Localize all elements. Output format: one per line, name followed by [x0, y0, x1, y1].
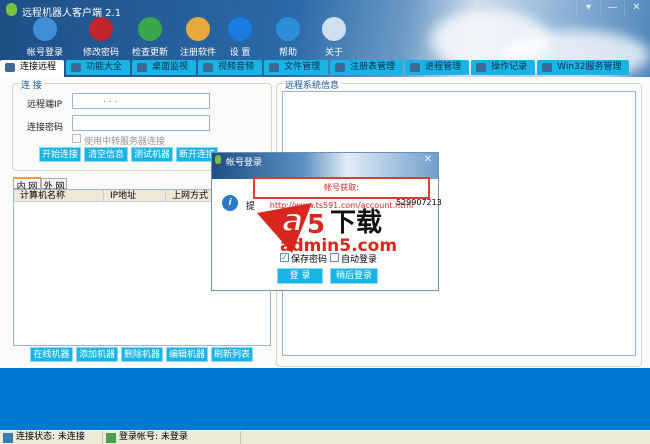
info-icon	[322, 17, 346, 41]
connection-status: 连接状态: 未连接	[16, 432, 85, 442]
relay-checkbox[interactable]	[72, 134, 81, 143]
network-icon	[3, 433, 13, 443]
status-bar: 连接状态: 未连接 登录帐号: 未登录	[0, 430, 650, 444]
login-button[interactable]: 登 录	[277, 268, 323, 284]
start-connect-button[interactable]: 开始连接	[39, 147, 81, 162]
toolbar-label: 修改密码	[82, 48, 119, 58]
tab-6[interactable]: 进程管理	[405, 60, 470, 75]
tab-1[interactable]: 功能大全	[66, 60, 131, 75]
tab-0[interactable]: 连接远程	[0, 60, 65, 77]
main-tabs: 连接远程 功能大全 桌面监视 视频音频 文件管理 注册表管理 进程管理 操作记录 Win32服务…	[0, 60, 631, 77]
ip-label: 远程端IP	[27, 100, 63, 110]
robot-logo-icon	[6, 3, 17, 16]
tab-4[interactable]: 文件管理	[264, 60, 329, 75]
list-button-1[interactable]: 添加机器人	[76, 347, 118, 375]
auto-login-checkbox[interactable]	[330, 253, 339, 262]
tab-2[interactable]: 桌面监视	[132, 60, 197, 75]
dialog-title: 帐号登录	[226, 158, 263, 168]
tab-8[interactable]: Win32服务管理	[537, 60, 630, 75]
gear-icon	[228, 17, 252, 41]
svg-text:下载: 下载	[330, 208, 382, 238]
hint-qq: 529907213	[396, 198, 442, 207]
login-dialog: 帐号登录 ✕ 帐号获取: http://www.ts591.com/accoun…	[211, 152, 442, 291]
list-button-0[interactable]: 在线机器人	[30, 347, 73, 375]
list-button-4[interactable]: 刷新列表	[211, 347, 253, 362]
toolbar-label: 设 置	[229, 48, 251, 58]
relay-label: 使用中转服务器连接	[84, 137, 166, 147]
tab-lan[interactable]: 内 网	[13, 177, 41, 192]
toolbar-button-1[interactable]: 修改密码	[73, 17, 129, 58]
globe-update-icon	[138, 17, 162, 41]
column-name[interactable]: 计算机名称	[14, 190, 104, 201]
toolbar-label: 帐号登录	[26, 48, 63, 58]
list-button-2[interactable]: 删除机器人	[121, 347, 163, 375]
list-button-3[interactable]: 编辑机器人	[166, 347, 208, 375]
menu-button[interactable]: ▾	[576, 0, 600, 16]
password-input[interactable]	[72, 115, 210, 131]
column-ip[interactable]: IP地址	[104, 190, 166, 201]
dialog-title-bar: 帐号登录 ✕	[212, 153, 438, 179]
robot-icon	[215, 155, 221, 164]
a5-watermark-logo: a 5 下载 admin5.com	[257, 200, 397, 253]
toolbar-label: 检查更新	[131, 48, 168, 58]
tab-5[interactable]: 注册表管理	[330, 60, 404, 75]
window-controls: ▾ — ✕	[576, 0, 648, 16]
minimize-button[interactable]: —	[600, 0, 624, 16]
save-password-label: 保存密码	[291, 255, 328, 265]
save-password-checkbox[interactable]: ✓	[280, 253, 289, 262]
svg-text:a: a	[282, 201, 304, 239]
dialog-close-icon[interactable]: ✕	[424, 154, 432, 165]
auto-login-label: 自动登录	[341, 255, 378, 265]
blue-panel	[0, 368, 650, 430]
tab-3[interactable]: 视频音频	[198, 60, 263, 75]
test-robot-button[interactable]: 测试机器人	[131, 147, 173, 175]
svg-text:admin5.com: admin5.com	[280, 236, 397, 253]
login-later-button[interactable]: 稍后登录	[330, 268, 378, 284]
ip-input[interactable]: . . .	[72, 93, 210, 109]
user-icon	[106, 433, 116, 443]
remote-info-label: 远程系统信息	[283, 78, 342, 91]
help-icon	[276, 17, 300, 41]
info-icon: i	[222, 195, 238, 211]
tab-7[interactable]: 操作记录	[471, 60, 536, 75]
toolbar-label: 关于	[324, 48, 343, 58]
toolbar-label: 注册软件	[179, 48, 216, 58]
password-label: 连接密码	[27, 123, 64, 133]
toolbar-button-0[interactable]: 帐号登录	[17, 17, 73, 58]
lock-icon	[89, 17, 113, 41]
close-button[interactable]: ✕	[624, 0, 648, 16]
connect-group-label: 连 接	[19, 78, 44, 91]
toolbar-button-6[interactable]: 关于	[306, 17, 362, 58]
account-status: 登录帐号: 未登录	[119, 432, 188, 442]
clear-info-button[interactable]: 清空信息	[84, 147, 128, 162]
users-icon	[33, 17, 57, 41]
header: 远程机器人客户端 2.1 ▾ — ✕ 帐号登录 修改密码 检查更新 注册软件设 置帮助…	[0, 0, 650, 80]
register-icon	[186, 17, 210, 41]
toolbar-label: 帮助	[278, 48, 297, 58]
tab-wan[interactable]: 外 网	[41, 178, 67, 192]
